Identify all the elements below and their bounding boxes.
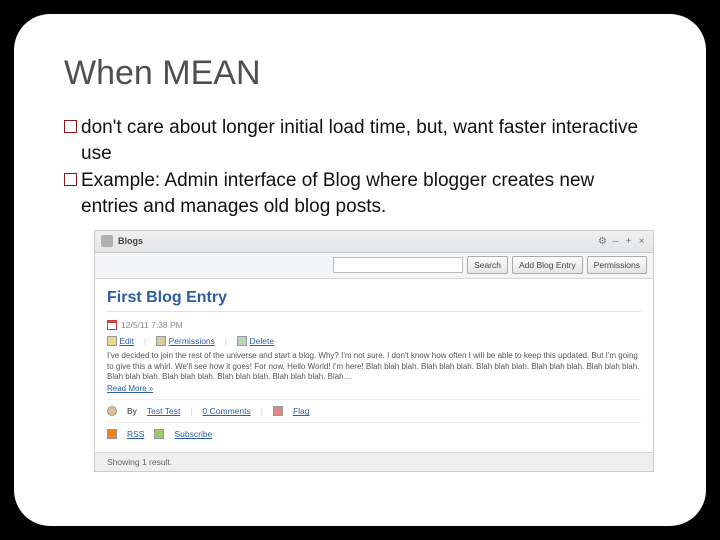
bullet-marker-icon (64, 173, 77, 186)
permissions-link[interactable]: Permissions (169, 336, 215, 346)
bullet-text: Example: Admin interface of Blog where b… (81, 168, 656, 219)
user-icon (107, 406, 117, 416)
read-more-link[interactable]: Read More » (107, 384, 153, 393)
bullet-list: don't care about longer initial load tim… (64, 115, 656, 220)
entry-actions: Edit | Permissions | Delete (107, 336, 641, 347)
minimize-icon[interactable]: – (610, 236, 621, 247)
flag-icon (273, 406, 283, 416)
comments-link[interactable]: 0 Comments (203, 406, 251, 416)
rss-icon (107, 429, 117, 439)
blog-toolbar: Search Add Blog Entry Permissions (95, 253, 653, 279)
entry-title[interactable]: First Blog Entry (107, 289, 641, 312)
bullet-item: don't care about longer initial load tim… (64, 115, 656, 166)
author-prefix: By (127, 406, 137, 416)
permissions-icon (156, 336, 166, 346)
permissions-button[interactable]: Permissions (587, 256, 647, 274)
entry-body: I've decided to join the rest of the uni… (107, 351, 641, 382)
slide-frame: When MEAN don't care about longer initia… (14, 14, 706, 526)
edit-icon (107, 336, 117, 346)
search-button[interactable]: Search (467, 256, 508, 274)
blogs-icon (101, 235, 113, 247)
embedded-screenshot: Blogs ⚙ – + × Search Add Blog Entry Perm… (94, 230, 654, 473)
maximize-icon[interactable]: + (623, 236, 634, 247)
config-icon[interactable]: ⚙ (597, 236, 608, 247)
delete-icon (237, 336, 247, 346)
slide-title: When MEAN (64, 54, 656, 93)
portlet-header: Blogs ⚙ – + × (95, 231, 653, 253)
subscribe-link[interactable]: Subscribe (174, 429, 212, 439)
blog-entry: First Blog Entry 12/5/11 7:38 PM Edit | … (95, 279, 653, 453)
flag-link[interactable]: Flag (293, 406, 310, 416)
edit-link[interactable]: Edit (119, 336, 134, 346)
add-blog-entry-button[interactable]: Add Blog Entry (512, 256, 583, 274)
search-input[interactable] (333, 257, 463, 273)
divider (107, 422, 641, 423)
calendar-icon (107, 320, 117, 330)
bullet-marker-icon (64, 120, 77, 133)
entry-meta: 12/5/11 7:38 PM (107, 320, 641, 330)
rss-link[interactable]: RSS (127, 429, 144, 439)
close-icon[interactable]: × (636, 236, 647, 247)
result-count: Showing 1 result. (95, 452, 653, 471)
bullet-item: Example: Admin interface of Blog where b… (64, 168, 656, 219)
delete-link[interactable]: Delete (250, 336, 275, 346)
bullet-text: don't care about longer initial load tim… (81, 115, 656, 166)
entry-timestamp: 12/5/11 7:38 PM (121, 320, 183, 330)
rss-row: RSS Subscribe (107, 429, 641, 439)
subscribe-icon (154, 429, 164, 439)
author-link[interactable]: Test Test (147, 406, 180, 416)
portlet-title: Blogs (118, 236, 143, 246)
entry-author-row: By Test Test | 0 Comments | Flag (107, 406, 641, 416)
divider (107, 399, 641, 400)
